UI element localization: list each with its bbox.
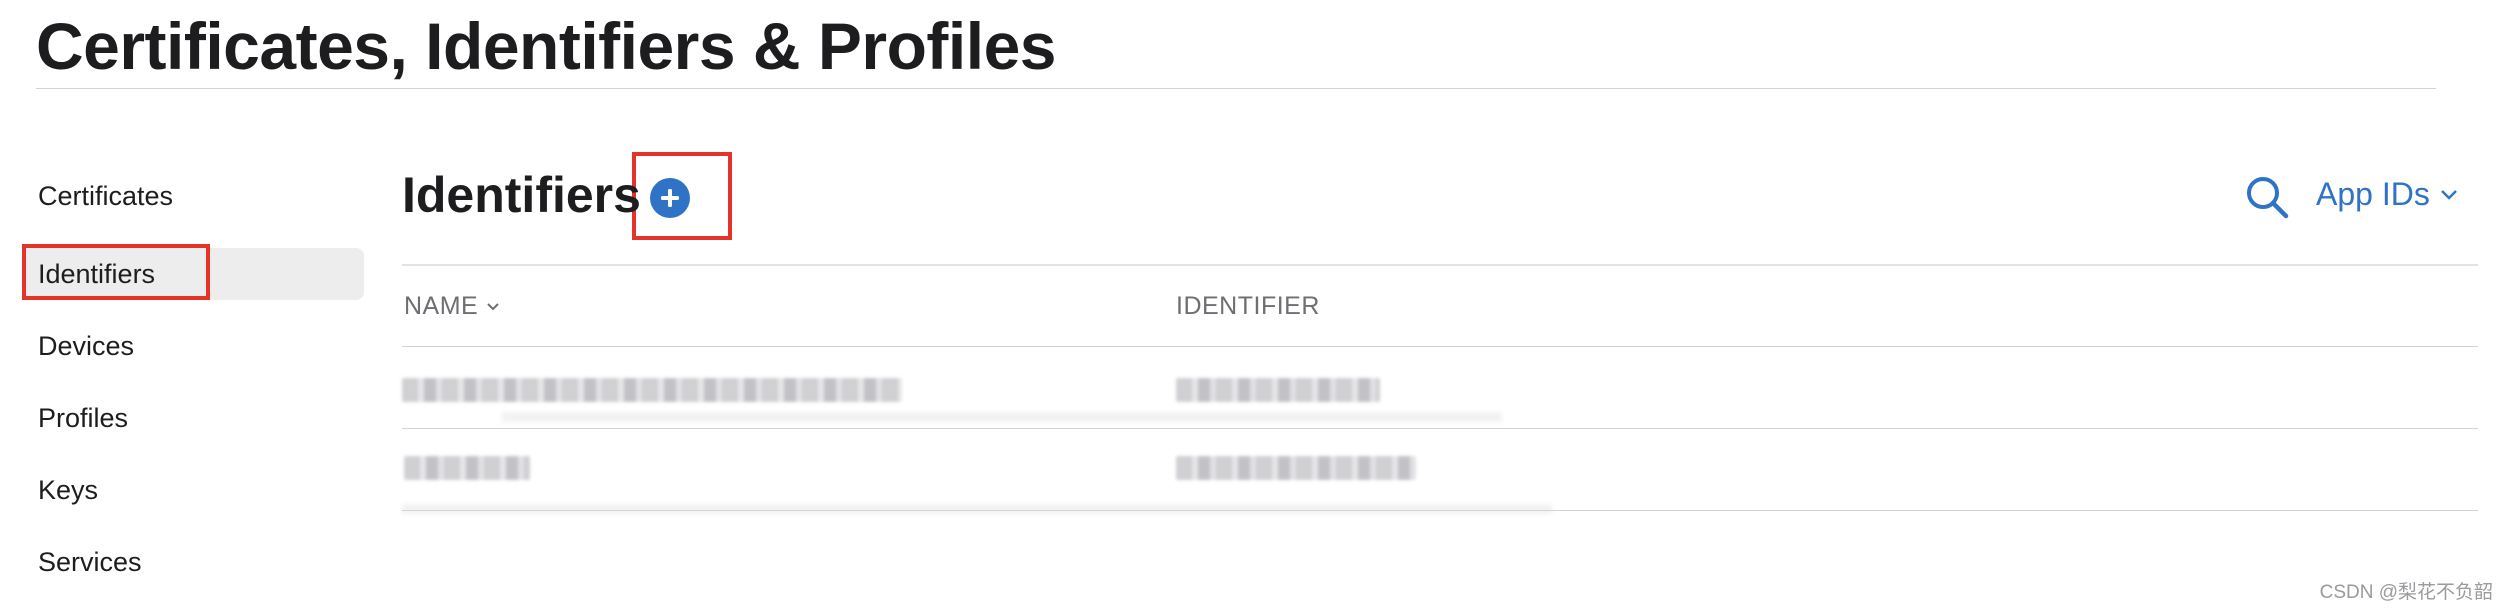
sort-chevron-icon xyxy=(487,302,499,310)
search-icon xyxy=(2247,177,2289,219)
sidebar-item-devices[interactable]: Devices xyxy=(22,320,364,372)
redaction-artifact xyxy=(502,412,1502,422)
page-title: Certificates, Identifiers & Profiles xyxy=(36,9,1057,83)
table-header-divider xyxy=(402,346,2478,347)
table-row[interactable] xyxy=(402,348,2478,428)
sidebar-item-services[interactable]: Services xyxy=(22,536,364,588)
add-identifier-button[interactable] xyxy=(650,178,690,218)
row-divider xyxy=(402,510,2478,511)
filter-selected-label: App IDs xyxy=(2316,176,2430,212)
sidebar-item-label: Services xyxy=(38,546,142,577)
redaction-artifact xyxy=(402,504,1552,514)
identifier-type-filter[interactable]: App IDs xyxy=(2316,176,2458,213)
column-header-name[interactable]: NAME xyxy=(404,292,500,321)
name-cell-redacted xyxy=(404,456,530,480)
header-divider xyxy=(402,264,2478,266)
watermark: CSDN @梨花不负韶 xyxy=(2319,582,2493,603)
identifier-cell-redacted xyxy=(1176,456,1416,480)
column-header-label: NAME xyxy=(404,292,479,320)
sidebar-item-label: Profiles xyxy=(38,402,129,433)
plus-icon xyxy=(661,189,679,207)
sidebar-item-keys[interactable]: Keys xyxy=(22,464,364,516)
title-divider xyxy=(36,88,2436,89)
sidebar-item-label: Identifiers xyxy=(38,258,156,289)
row-divider xyxy=(402,428,2478,429)
table-row[interactable] xyxy=(402,430,2478,514)
name-cell-redacted xyxy=(402,378,902,402)
search-button[interactable] xyxy=(2244,174,2290,220)
sidebar-item-identifiers[interactable]: Identifiers xyxy=(22,248,364,300)
chevron-down-icon xyxy=(2440,189,2457,200)
sidebar-item-profiles[interactable]: Profiles xyxy=(22,392,364,444)
section-heading: Identifiers xyxy=(402,167,641,223)
sidebar-item-label: Keys xyxy=(38,474,99,505)
sidebar-item-label: Certificates xyxy=(38,180,174,211)
column-header-label: IDENTIFIER xyxy=(1176,292,1320,320)
column-header-identifier: IDENTIFIER xyxy=(1176,292,1320,321)
identifier-cell-redacted xyxy=(1176,378,1380,402)
sidebar-item-certificates[interactable]: Certificates xyxy=(22,170,364,222)
sidebar-item-label: Devices xyxy=(38,330,135,361)
